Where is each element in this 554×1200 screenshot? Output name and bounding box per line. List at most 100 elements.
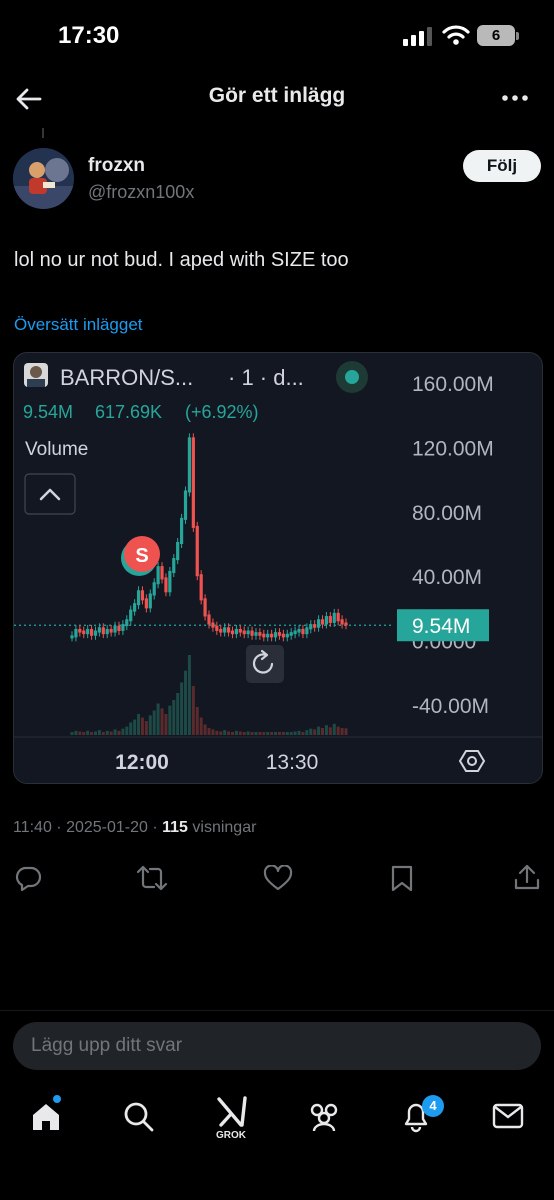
volume-bar [180,682,184,735]
volume-bar [344,728,348,735]
collapse-button[interactable] [24,473,76,515]
volume-bar [321,728,325,735]
volume-bar [242,732,246,735]
volume-bar [152,710,156,735]
sell-marker-label: S [135,545,148,567]
volume-chart: BARRON/S... · 1 · d... 9.54M 617.69K (+6… [14,361,542,774]
volume-bar [140,717,144,735]
volume-bar [258,732,262,735]
translate-link[interactable]: Översätt inlägget [14,315,143,335]
tweet-meta: 11:40 · 2025-01-20 · 115 visningar [13,819,256,837]
volume-bar [93,731,97,735]
battery-indicator: 6 [477,25,515,46]
action-bar [0,860,554,900]
settings-hexagon-icon[interactable] [458,750,486,772]
home-unread-dot [53,1095,61,1103]
volume-bar [305,730,309,735]
volume-bar [250,732,254,735]
volume-bar [199,717,203,735]
volume-bar [223,730,227,735]
volume-bar [70,732,74,735]
volume-bar [293,731,297,735]
volume-bar [195,707,199,735]
volume-bar [234,730,238,735]
last-value-label: 9.54M [412,615,470,638]
x-tick-12-00: 12:00 [115,751,169,774]
ellipsis-icon[interactable] [500,86,530,110]
volume-bar [117,730,121,735]
volume-bar [187,655,191,735]
reply-icon[interactable] [14,864,42,892]
sell-marker[interactable]: S [121,536,160,576]
chart-image[interactable]: BARRON/S... · 1 · d... 9.54M 617.69K (+6… [13,352,543,784]
volume-bar [289,732,293,735]
volume-bar [266,732,270,735]
wifi-icon [442,25,470,45]
divider [0,1010,554,1011]
volume-bar [101,732,105,735]
volume-bar [144,721,148,735]
volume-bar [238,731,242,735]
volume-bar [82,732,86,735]
like-icon[interactable] [263,865,293,891]
volume-bar [172,700,176,735]
author-handle[interactable]: @frozxn100x [88,182,194,203]
search-icon[interactable] [123,1101,155,1133]
live-indicator-icon [345,370,359,384]
volume-bar [336,726,340,735]
follow-button[interactable]: Följ [463,150,541,182]
tweet-text: lol no ur not bud. I aped with SIZE too [14,249,349,271]
volume-bar [332,723,336,735]
views-count: 115 [162,819,188,836]
volume-bar [328,727,332,735]
volume-bar [113,729,117,735]
page-title: Gör ett inlägg [208,84,346,107]
volume-value: 9.54M [23,402,73,422]
volume-bar [90,732,94,735]
volume-bar [340,728,344,735]
avatar[interactable] [13,148,74,209]
communities-icon[interactable] [306,1101,342,1133]
volume-bar [211,729,215,735]
volume-bar [137,714,141,735]
volume-bar [164,714,168,735]
reply-input[interactable]: Lägg upp ditt svar [13,1022,541,1070]
volume-bar [184,670,188,735]
volume-bar [97,730,101,735]
bookmark-icon[interactable] [390,864,414,892]
volume-bar [270,732,274,735]
tweet-timestamp: 11:40 · 2025-01-20 · [13,819,163,836]
volume-bar [176,693,180,735]
volume-bar [125,726,129,735]
volume-change-pct: (+6.92%) [185,402,259,422]
avatar-image [13,148,74,209]
notifications-badge: 4 [422,1095,444,1117]
y-tick-label: 160.00M [412,373,494,396]
volume-bar [277,732,281,735]
home-icon[interactable] [30,1101,62,1133]
volume-bar [129,722,133,735]
volume-bar [262,732,266,735]
volume-bar [105,730,109,735]
status-time: 17:30 [58,22,120,49]
volume-bar [133,719,137,735]
share-icon[interactable] [513,863,541,891]
status-bar: 17:30 6 [0,0,554,70]
volume-bar [219,731,223,735]
volume-bar [156,703,160,735]
reset-zoom-button[interactable] [246,645,284,683]
author-display-name[interactable]: frozxn [88,155,145,177]
volume-bar [301,732,305,735]
grok-icon[interactable] [215,1095,249,1129]
volume-bar [121,728,125,735]
volume-bar [86,730,90,735]
volume-bar [313,729,317,735]
grok-label: GROK [216,1130,246,1141]
repost-icon[interactable] [136,864,168,892]
messages-icon[interactable] [492,1102,524,1130]
volume-bar [324,725,328,735]
cellular-signal-icon [403,27,432,46]
thread-line [42,128,44,138]
symbol-avatar-icon [24,363,48,387]
battery-nub [516,32,519,40]
